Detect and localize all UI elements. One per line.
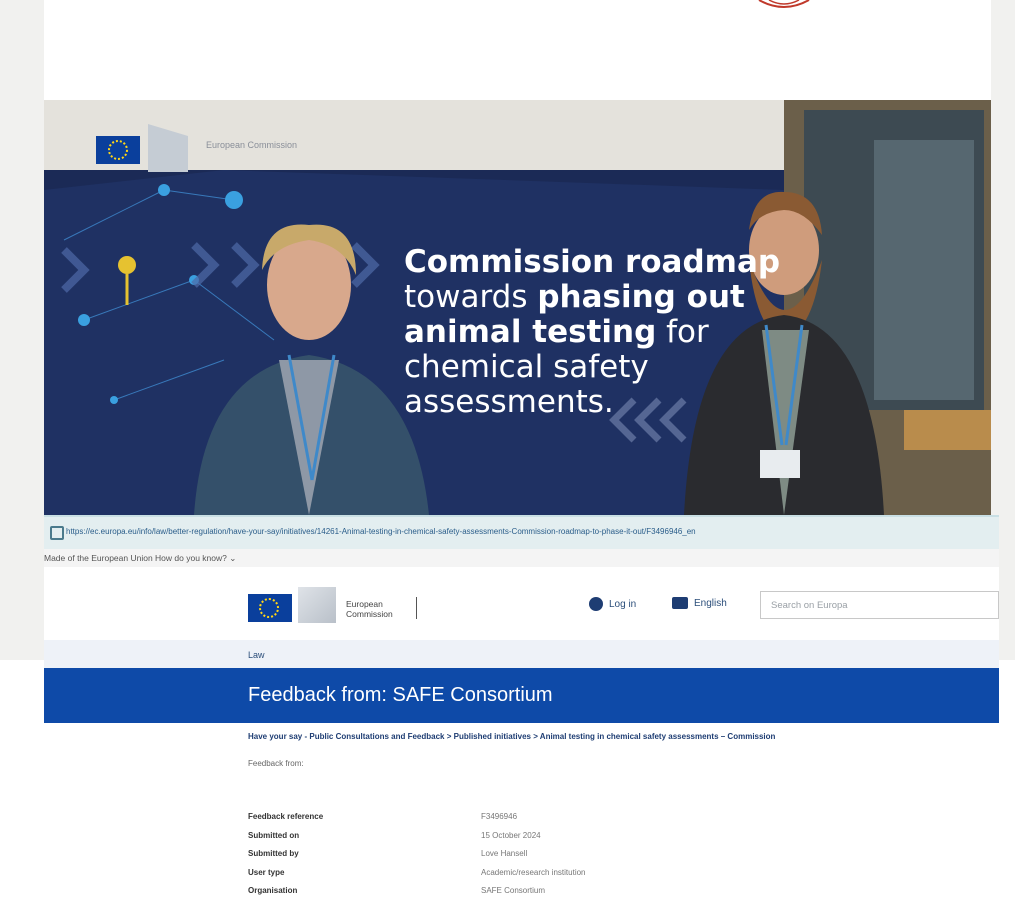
detail-row: Feedback reference F3496946 — [248, 812, 748, 831]
detail-row: Organisation SAFE Consortium — [248, 886, 748, 905]
detail-row: Submitted by Love Hansell — [248, 849, 748, 868]
detail-value: SAFE Consortium — [481, 886, 546, 895]
eu-official-text[interactable]: Made of the European Union How do you kn… — [44, 553, 236, 564]
detail-row: Submitted on 15 October 2024 — [248, 831, 748, 850]
login-label: Log in — [609, 598, 637, 610]
detail-value: Love Hansell — [481, 849, 528, 858]
detail-key: Submitted on — [248, 830, 300, 840]
eu-flag-icon — [248, 594, 292, 622]
banner-line-1: Commission roadmap — [404, 244, 781, 280]
login-link[interactable]: Log in — [589, 597, 636, 611]
breadcrumb[interactable]: Have your say - Public Consultations and… — [248, 732, 1000, 741]
law-link[interactable]: Law — [248, 650, 265, 660]
feedback-subheading: Feedback from: — [248, 759, 304, 768]
banner-line-3a: animal testing — [404, 314, 657, 350]
browser-url-bar[interactable]: https://ec.europa.eu/info/law/better-reg… — [44, 515, 999, 551]
logo-text-line-2: Commission — [346, 609, 393, 619]
user-icon — [589, 597, 603, 611]
logo-text: European Commission — [346, 599, 393, 619]
language-label: English — [694, 597, 727, 609]
eu-official-strip: Made of the European Union How do you kn… — [44, 549, 999, 567]
language-selector[interactable]: English — [672, 597, 727, 609]
detail-value: F3496946 — [481, 812, 518, 821]
url-text[interactable]: https://ec.europa.eu/info/law/better-reg… — [66, 527, 991, 536]
detail-key: Feedback reference — [248, 812, 324, 821]
european-commission-logo[interactable]: European Commission — [248, 585, 428, 625]
site-header: European Commission Log in English Searc… — [44, 567, 999, 640]
detail-key: User type — [248, 867, 285, 877]
logo-divider — [416, 597, 417, 619]
page-title-band: Feedback from: SAFE Consortium — [44, 668, 999, 723]
decorative-logo-fragment — [758, 0, 810, 8]
language-icon — [672, 597, 688, 609]
law-navigation: Law — [44, 640, 999, 668]
banner-ec-logo-text: European Commission — [206, 140, 298, 150]
berlaymont-icon — [298, 587, 336, 623]
banner-line-3b: for — [656, 314, 709, 350]
detail-key: Submitted by — [248, 849, 299, 858]
feedback-details: Feedback reference F3496946 Submitted on 1… — [248, 812, 748, 905]
search-input[interactable]: Search on Europa — [760, 591, 999, 619]
detail-value: 15 October 2024 — [481, 830, 541, 840]
banner-line-4: chemical safety — [404, 349, 649, 385]
page-title: Feedback from: SAFE Consortium — [248, 684, 553, 706]
detail-value: Academic/research institution — [481, 867, 586, 877]
banner-line-5: assessments. — [404, 384, 614, 420]
banner-headline: Commission roadmap towards phasing out a… — [404, 245, 780, 420]
logo-text-line-1: European — [346, 599, 383, 609]
detail-key: Organisation — [248, 886, 298, 895]
event-photo: European Commission Commission roadmap t… — [44, 100, 991, 515]
top-white-area — [44, 0, 991, 100]
site-info-icon[interactable] — [50, 526, 64, 540]
detail-row: User type Academic/research institution — [248, 868, 748, 887]
banner-ec-logo: European Commission — [96, 122, 306, 180]
banner-line-2a: towards — [404, 279, 538, 315]
banner-line-2b: phasing out — [537, 279, 745, 315]
